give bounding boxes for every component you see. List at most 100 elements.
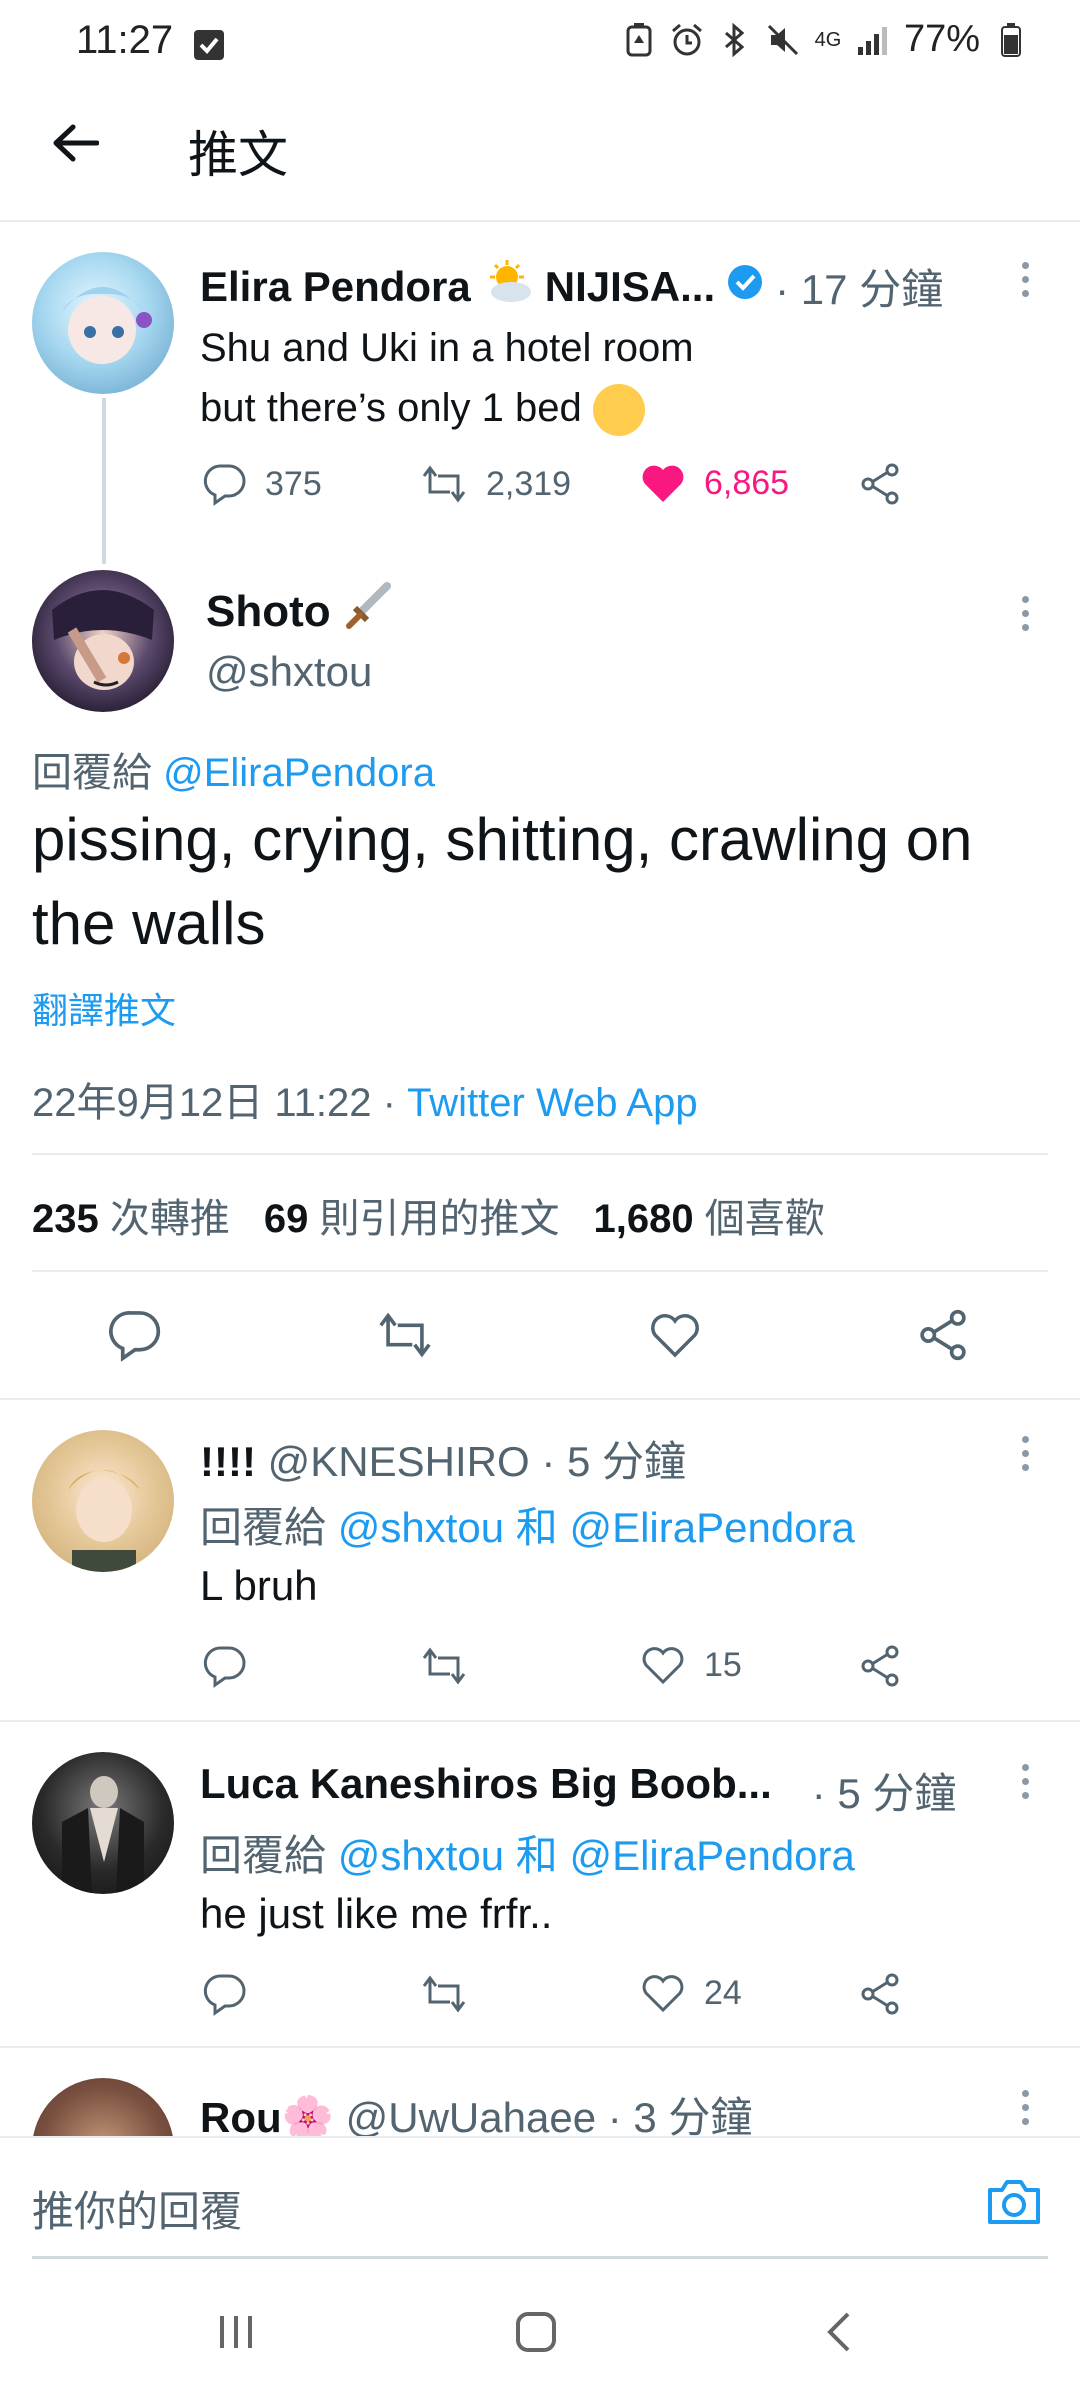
more-options-icon[interactable] [1017, 596, 1033, 631]
display-name[interactable]: Rou [200, 2094, 282, 2138]
reply-prefix: 回覆給 [200, 1832, 327, 1879]
battery-icon [994, 22, 1028, 57]
mute-icon [766, 23, 800, 57]
like-button[interactable] [648, 1310, 702, 1365]
status-time: 11:27 [76, 18, 174, 62]
stat-label: 個喜歡 [704, 1197, 825, 1241]
mention-conjunction: 和 [515, 1504, 558, 1551]
retweet-icon [422, 1975, 466, 2013]
tweet-header: Luca Kaneshiros Big Boob... · 5 分鐘 [200, 1760, 956, 1821]
more-options-icon[interactable] [1017, 2090, 1033, 2125]
avatar[interactable] [32, 252, 174, 394]
more-options-icon[interactable] [1017, 1436, 1033, 1471]
stat-count: 235 [32, 1197, 99, 1241]
retweet-button[interactable]: 2,319 [420, 462, 571, 506]
tweet-header: Rou🌸 @UwUahaee · 3 分鐘 [200, 2084, 752, 2138]
back-nav-button[interactable] [820, 2308, 860, 2361]
reply-prefix: 回覆給 [32, 751, 152, 795]
tweet-source-link[interactable]: Twitter Web App [407, 1081, 698, 1125]
cherry-blossom-emoji: 🌸 [281, 2094, 334, 2138]
checkbox-icon [194, 30, 224, 60]
user-handle[interactable]: @KNESHIRO [268, 1438, 530, 1485]
share-icon [861, 463, 899, 505]
like-count: 6,865 [704, 463, 790, 502]
display-name[interactable]: Shoto [206, 587, 331, 637]
input-underline [32, 2256, 1048, 2259]
reply-count: 375 [265, 464, 322, 503]
avatar[interactable] [32, 1430, 174, 1572]
retweet-button[interactable] [376, 1308, 434, 1367]
tweet-date: 22年9月12日 11:22 [32, 1081, 372, 1125]
mention-link[interactable]: @EliraPendora [569, 1504, 854, 1551]
avatar[interactable] [32, 1752, 174, 1894]
retweet-count: 2,319 [486, 464, 572, 503]
chevron-left-icon [827, 2312, 850, 2352]
mention-link[interactable]: @shxtou [338, 1832, 504, 1879]
avatar[interactable] [32, 2078, 174, 2138]
share-button[interactable] [858, 462, 902, 506]
status-icons: 4G 77% [622, 18, 1028, 61]
retweet-icon [422, 1647, 466, 1685]
retweet-icon [422, 465, 466, 503]
display-name[interactable]: Elira Pendora [200, 263, 471, 311]
bluetooth-icon [718, 22, 752, 57]
user-handle[interactable]: @UwUahaee [346, 2094, 596, 2138]
like-button[interactable]: 6,865 [640, 462, 789, 504]
tweet-text: Shu and Uki in a hotel room but there’s … [200, 318, 694, 438]
quotes-stat[interactable]: 69 則引用的推文 [264, 1186, 560, 1244]
reply-input[interactable]: 推你的回覆 [32, 2178, 242, 2239]
meta-separator: · [382, 1081, 396, 1125]
mention-conjunction: 和 [515, 1832, 558, 1879]
display-name[interactable]: !!!! [200, 1438, 256, 1485]
reply-button[interactable] [203, 1972, 247, 2021]
share-button[interactable] [858, 1644, 902, 1693]
sun-cloud-icon [481, 259, 535, 315]
retweet-button[interactable] [420, 1644, 468, 1693]
avatar[interactable] [32, 570, 174, 712]
reply-button[interactable]: 375 [203, 462, 322, 506]
reply-button[interactable] [203, 1644, 247, 1693]
like-button[interactable]: 24 [640, 1972, 742, 2014]
reply-button[interactable] [108, 1308, 162, 1367]
retweet-button[interactable] [420, 1972, 468, 2021]
camera-button[interactable] [986, 2176, 1042, 2231]
translate-link[interactable]: 翻譯推文 [32, 982, 176, 1034]
display-name[interactable]: Luca Kaneshiros Big Boob... [200, 1760, 772, 1821]
reply-icon [203, 1646, 246, 1688]
tweet-text-line: Shu and Uki in a hotel room [200, 326, 694, 370]
home-button[interactable] [512, 2308, 560, 2361]
mention-link[interactable]: @shxtou [338, 1504, 504, 1551]
recent-apps-icon [220, 2316, 252, 2348]
display-name-suffix[interactable]: NIJISA... [545, 263, 715, 311]
reply-tweet[interactable]: Rou🌸 @UwUahaee · 3 分鐘 [0, 2046, 1080, 2138]
navigation-bar [0, 2266, 1080, 2400]
alarm-icon [670, 23, 704, 57]
share-button[interactable] [916, 1308, 970, 1367]
battery-saver-icon [622, 22, 656, 57]
user-handle[interactable]: @shxtou [206, 648, 372, 696]
mention-link[interactable]: @EliraPendora [569, 1832, 854, 1879]
tweet-meta: 22年9月12日 11:22 · Twitter Web App [32, 1070, 698, 1128]
like-button[interactable]: 15 [640, 1644, 742, 1686]
retweets-stat[interactable]: 235 次轉推 [32, 1186, 230, 1244]
divider [0, 1398, 1080, 1400]
recent-apps-button[interactable] [214, 2310, 258, 2359]
home-icon [516, 2312, 556, 2352]
tweet-text-line: but there’s only 1 bed [200, 386, 582, 430]
more-options-icon[interactable] [1017, 1764, 1033, 1799]
mention-link[interactable]: @EliraPendora [163, 751, 435, 795]
tweet-time: · 5 分鐘 [541, 1438, 686, 1485]
reply-context: 回覆給 @EliraPendora [32, 740, 435, 798]
stat-label: 則引用的推文 [319, 1197, 560, 1241]
reply-icon [109, 1311, 161, 1362]
likes-stat[interactable]: 1,680 個喜歡 [594, 1186, 825, 1244]
back-button[interactable] [40, 108, 110, 178]
share-button[interactable] [858, 1972, 902, 2021]
tweet-stats: 235 次轉推 69 則引用的推文 1,680 個喜歡 [32, 1186, 825, 1244]
share-icon [861, 1973, 899, 2015]
more-options-icon[interactable] [1017, 262, 1033, 297]
like-count: 15 [704, 1645, 742, 1684]
share-icon [920, 1309, 966, 1361]
signal-icon [856, 23, 890, 57]
flushed-emoji: 😳 [592, 384, 645, 437]
